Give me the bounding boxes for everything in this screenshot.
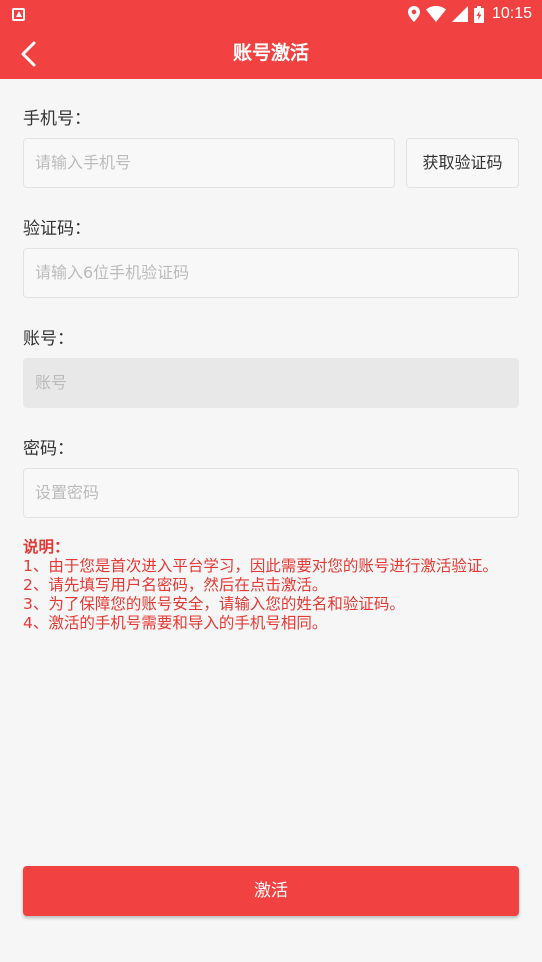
note-item: 3、为了保障您的账号安全，请输入您的姓名和验证码。 (23, 595, 405, 613)
status-time: 10:15 (491, 5, 532, 22)
signal-icon (451, 6, 468, 22)
location-icon (407, 6, 420, 22)
code-input[interactable]: 请输入6位手机验证码 (23, 248, 519, 298)
get-code-button[interactable]: 获取验证码 (406, 138, 519, 188)
notes-title: 说明： (23, 538, 70, 556)
note-item: 2、请先填写用户名密码，然后在点击激活。 (23, 576, 328, 594)
notification-icon (12, 7, 25, 21)
wifi-icon (425, 6, 446, 22)
notes-section: 说明： 1、由于您是首次进入平台学习，因此需要对您的账号进行激活验证。 2、请先… (23, 538, 519, 633)
phone-label: 手机号： (23, 109, 91, 129)
note-item: 1、由于您是首次进入平台学习，因此需要对您的账号进行激活验证。 (23, 557, 498, 575)
password-label: 密码： (23, 439, 74, 459)
password-input[interactable]: 设置密码 (23, 468, 519, 518)
activate-button[interactable]: 激活 (23, 866, 519, 916)
app-bar: 账号激活 (0, 28, 542, 79)
battery-icon (473, 5, 484, 23)
back-arrow-icon (21, 41, 36, 67)
account-input[interactable]: 账号 (23, 358, 519, 408)
status-bar: 10:15 (0, 0, 542, 28)
back-button[interactable] (8, 34, 48, 74)
account-label: 账号： (23, 329, 74, 349)
phone-input[interactable]: 请输入手机号 (23, 138, 395, 188)
code-label: 验证码： (23, 219, 91, 239)
note-item: 4、激活的手机号需要和导入的手机号相同。 (23, 614, 328, 632)
page-title: 账号激活 (232, 42, 309, 64)
